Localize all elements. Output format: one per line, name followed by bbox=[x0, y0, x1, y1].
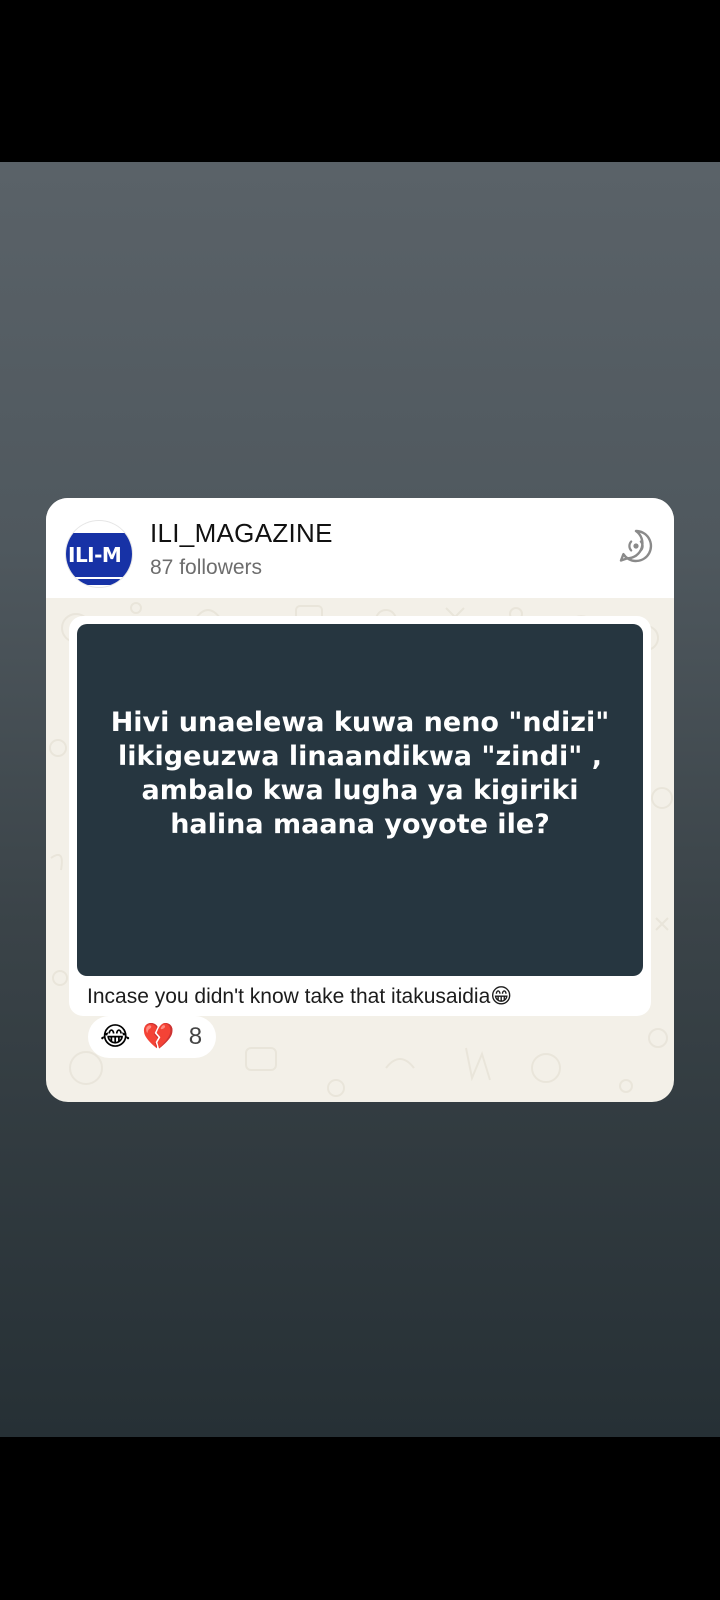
channel-header[interactable]: ILI-M ILI_MAGAZINE 87 followers bbox=[46, 498, 674, 598]
screen: ILI-M ILI_MAGAZINE 87 followers Hivi una… bbox=[0, 0, 720, 1600]
channel-avatar[interactable]: ILI-M bbox=[66, 521, 132, 587]
status-bar-area bbox=[0, 0, 720, 162]
channel-post-card[interactable]: ILI-M ILI_MAGAZINE 87 followers Hivi una… bbox=[46, 498, 674, 1102]
channel-broadcast-icon[interactable] bbox=[618, 528, 654, 564]
navigation-bar-area bbox=[0, 1437, 720, 1600]
post-image-text: Hivi unaelewa kuwa neno "ndizi" likigeuz… bbox=[110, 706, 610, 841]
channel-name[interactable]: ILI_MAGAZINE bbox=[150, 518, 333, 549]
laughing-emoji-icon: 😂 bbox=[100, 1022, 131, 1052]
broken-heart-emoji-icon: 💔 bbox=[142, 1022, 175, 1052]
follower-count: 87 followers bbox=[150, 556, 263, 579]
reactions-pill[interactable]: 😂 💔 8 bbox=[88, 1016, 217, 1058]
reaction-count: 8 bbox=[188, 1023, 203, 1050]
avatar-logo-underline bbox=[76, 579, 122, 585]
post-image[interactable]: Hivi unaelewa kuwa neno "ndizi" likigeuz… bbox=[77, 624, 643, 976]
post-caption: Incase you didn't know take that itakusa… bbox=[87, 985, 513, 1008]
avatar-logo-text: ILI-M bbox=[66, 533, 132, 577]
message-bubble[interactable]: Hivi unaelewa kuwa neno "ndizi" likigeuz… bbox=[69, 616, 651, 1016]
